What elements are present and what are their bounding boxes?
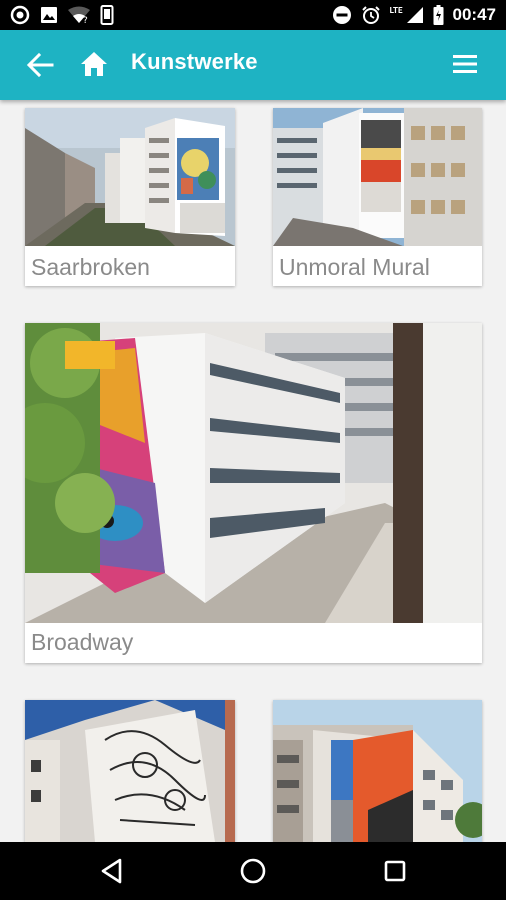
do-not-disturb-icon (332, 6, 351, 24)
artwork-image (25, 108, 235, 246)
notification-icons: ? (10, 5, 114, 25)
wifi-question-icon: ? (68, 6, 90, 24)
artwork-title: Unmoral Mural (279, 254, 430, 280)
artwork-title: Saarbroken (31, 254, 150, 280)
status-bar: ? LTE 00:47 (0, 0, 506, 30)
back-arrow-icon[interactable] (26, 52, 54, 78)
artwork-card-unmoral-mural[interactable]: Unmoral Mural (273, 108, 482, 286)
battery-icon (433, 5, 444, 25)
recents-square-icon[interactable] (379, 855, 411, 887)
back-triangle-icon[interactable] (96, 855, 128, 887)
image-notification-icon (41, 7, 57, 23)
artwork-card-broadway[interactable]: Broadway (25, 323, 482, 663)
alarm-icon (361, 6, 380, 24)
phone-vibrate-icon (100, 5, 114, 25)
clock-time: 00:47 (452, 5, 496, 24)
artwork-image (25, 323, 482, 623)
page-title: Kunstwerke (131, 49, 258, 74)
home-circle-icon[interactable] (237, 855, 269, 887)
signal-icon (406, 7, 423, 23)
network-type-label: LTE (389, 5, 403, 15)
artwork-card-saarbroken[interactable]: Saarbroken (25, 108, 235, 286)
app-bar: Kunstwerke (0, 30, 506, 100)
artwork-grid: Saarbroken Unmoral Mural Broadway (0, 100, 506, 842)
hamburger-menu-icon[interactable] (451, 52, 479, 76)
artwork-title: Broadway (31, 629, 134, 655)
home-icon[interactable] (80, 50, 108, 78)
artwork-image (273, 108, 482, 246)
artwork-card-5[interactable] (273, 700, 482, 842)
artwork-image (273, 700, 482, 842)
system-icons: LTE 00:47 (332, 5, 496, 25)
svg-text:?: ? (83, 16, 88, 24)
artwork-card-4[interactable] (25, 700, 235, 842)
artwork-image (25, 700, 235, 842)
navigation-bar (0, 842, 506, 900)
circle-notification-icon (10, 5, 30, 25)
